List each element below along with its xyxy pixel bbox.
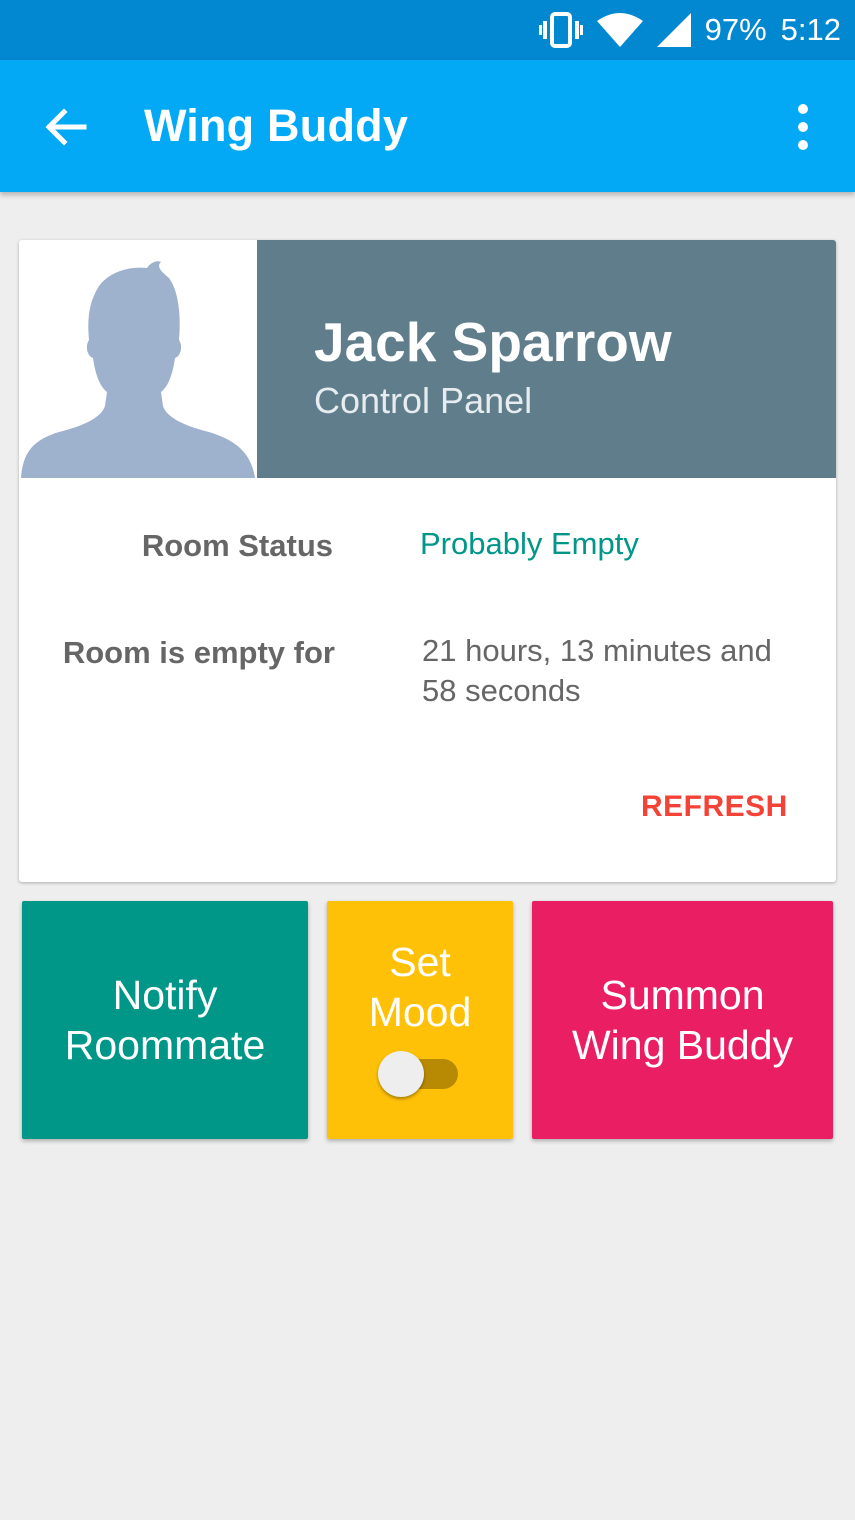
avatar: [19, 240, 257, 478]
mood-label-line2: Mood: [368, 989, 472, 1035]
set-mood-tile: Set Mood: [327, 901, 513, 1139]
summon-wing-buddy-button[interactable]: Summon Wing Buddy: [532, 901, 833, 1139]
vibrate-icon: [538, 12, 583, 48]
empty-for-value: 21 hours, 13 minutes and 58 seconds: [422, 633, 772, 708]
mood-label-line1: Set: [389, 939, 451, 985]
summon-label-line1: Summon: [600, 972, 765, 1018]
room-status-label: Room Status: [141, 528, 333, 563]
summon-label-line2: Wing Buddy: [571, 1022, 794, 1068]
signal-icon: [656, 13, 691, 47]
app-bar: Wing Buddy: [0, 60, 855, 192]
app-title: Wing Buddy: [144, 100, 409, 151]
control-panel-card: Jack Sparrow Control Panel Room Status P…: [19, 240, 836, 882]
toggle-thumb: [378, 1051, 424, 1097]
status-bar: 97% 5:12: [0, 0, 855, 60]
notify-roommate-button[interactable]: Notify Roommate: [22, 901, 308, 1139]
wifi-icon: [596, 13, 643, 47]
clock: 5:12: [780, 12, 841, 47]
battery-percent: 97%: [704, 12, 767, 47]
room-status-value: Probably Empty: [420, 526, 639, 561]
profile-subtitle: Control Panel: [314, 380, 533, 421]
overflow-menu-icon[interactable]: [786, 102, 820, 152]
profile-name: Jack Sparrow: [314, 311, 672, 373]
back-arrow-icon[interactable]: [40, 102, 90, 152]
notify-label-line2: Roommate: [64, 1022, 266, 1068]
refresh-button[interactable]: REFRESH: [641, 790, 788, 824]
notify-label-line1: Notify: [112, 972, 218, 1018]
empty-for-label: Room is empty for: [62, 635, 335, 670]
set-mood-toggle[interactable]: [378, 1049, 462, 1099]
profile-header: Jack Sparrow Control Panel: [257, 240, 836, 478]
person-silhouette-icon: [21, 261, 255, 478]
